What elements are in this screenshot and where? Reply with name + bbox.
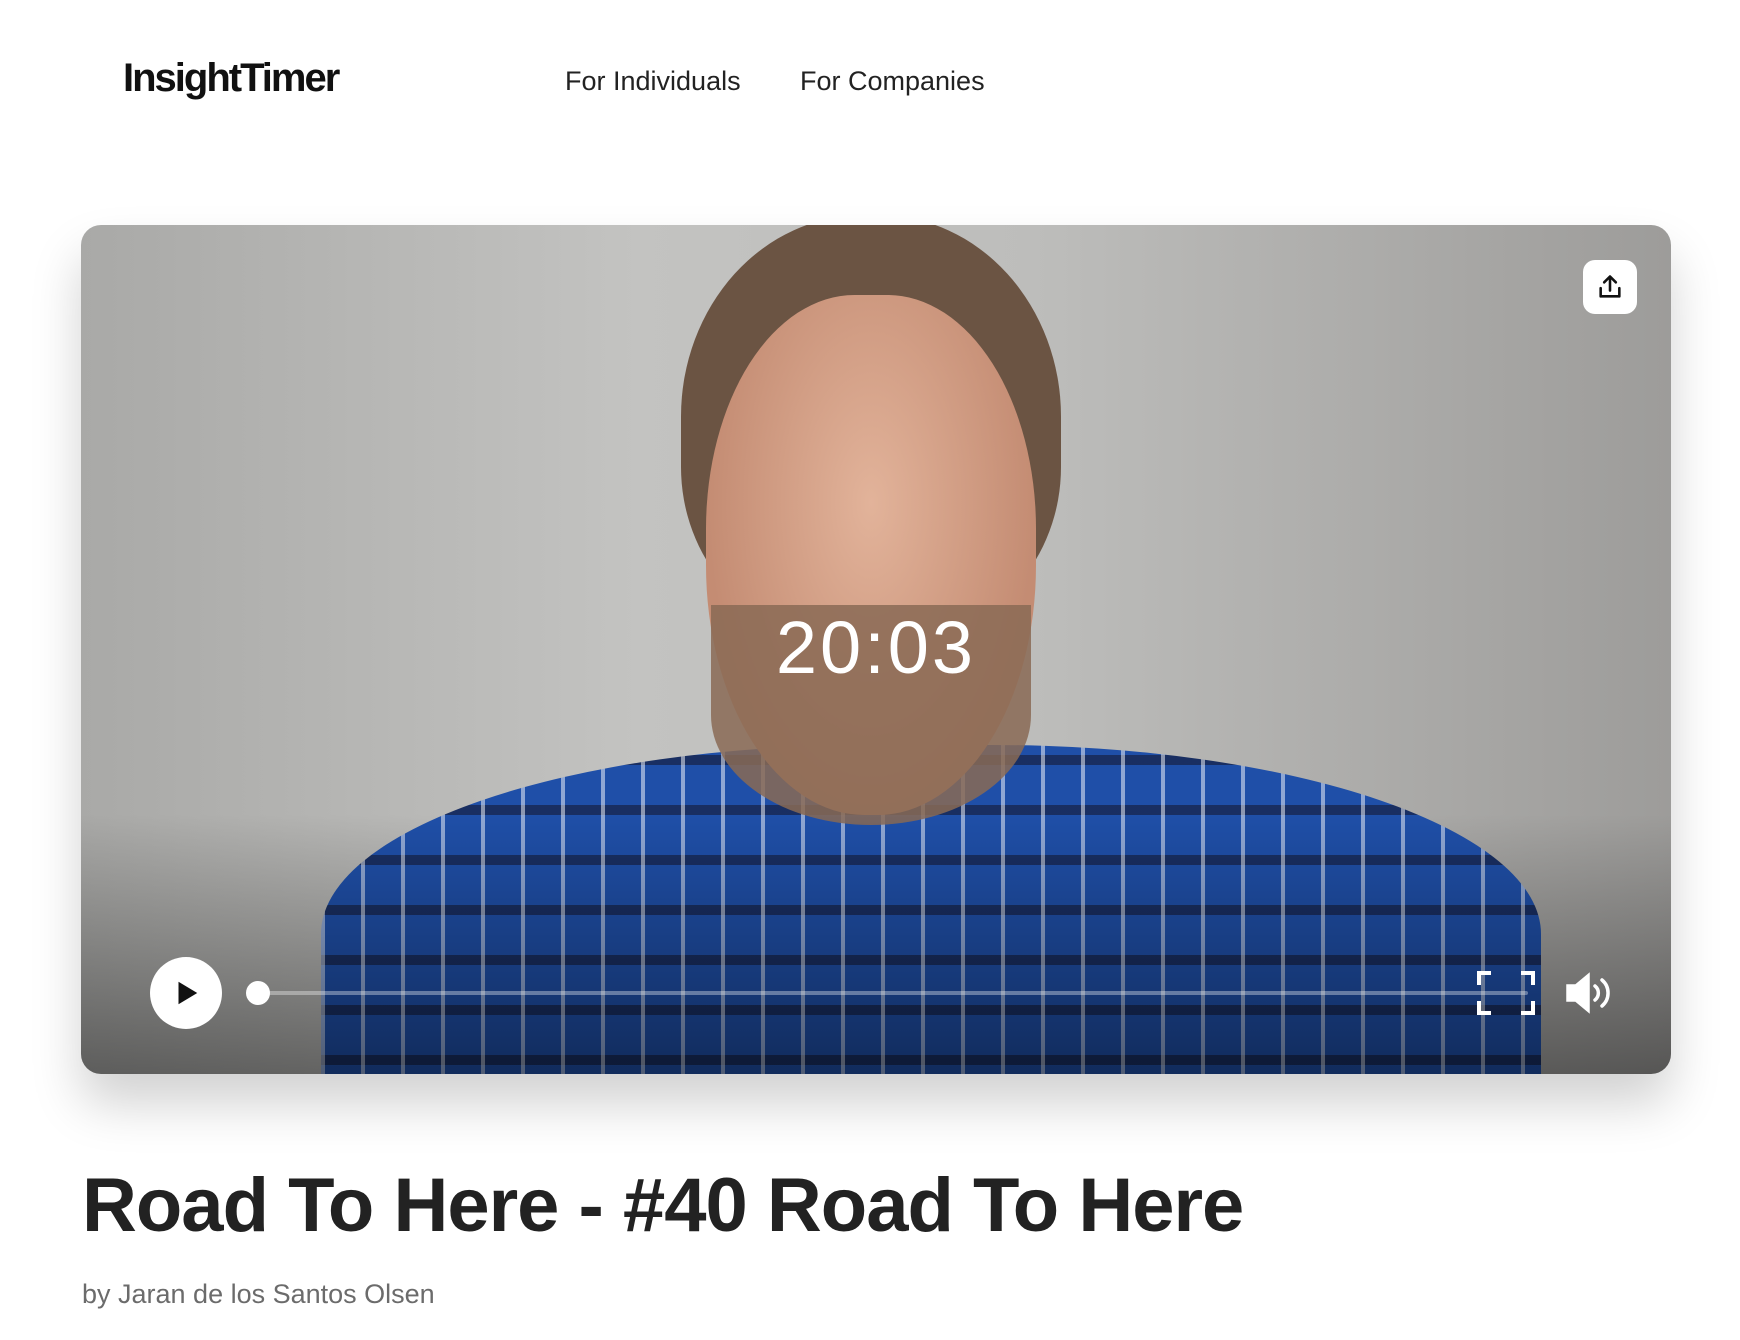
play-icon <box>178 981 198 1005</box>
play-button[interactable] <box>150 957 222 1029</box>
nav-for-individuals[interactable]: For Individuals <box>565 66 741 97</box>
nav-for-companies[interactable]: For Companies <box>800 66 985 97</box>
progress-track[interactable] <box>258 991 1528 995</box>
fullscreen-button[interactable] <box>1477 971 1535 1020</box>
track-title: Road To Here - #40 Road To Here <box>82 1163 1244 1248</box>
time-remaining: 20:03 <box>775 606 977 689</box>
progress-handle[interactable] <box>246 981 270 1005</box>
share-button[interactable] <box>1583 260 1637 314</box>
volume-icon <box>1566 972 1610 1014</box>
share-icon <box>1599 275 1621 298</box>
video-player[interactable]: 20:03 <box>81 225 1671 1074</box>
fullscreen-icon <box>1477 971 1535 1015</box>
logo[interactable]: InsightTimer <box>123 56 340 101</box>
volume-button[interactable] <box>1565 971 1613 1020</box>
author-byline[interactable]: by Jaran de los Santos Olsen <box>82 1279 435 1310</box>
controls-gradient <box>81 814 1671 1074</box>
